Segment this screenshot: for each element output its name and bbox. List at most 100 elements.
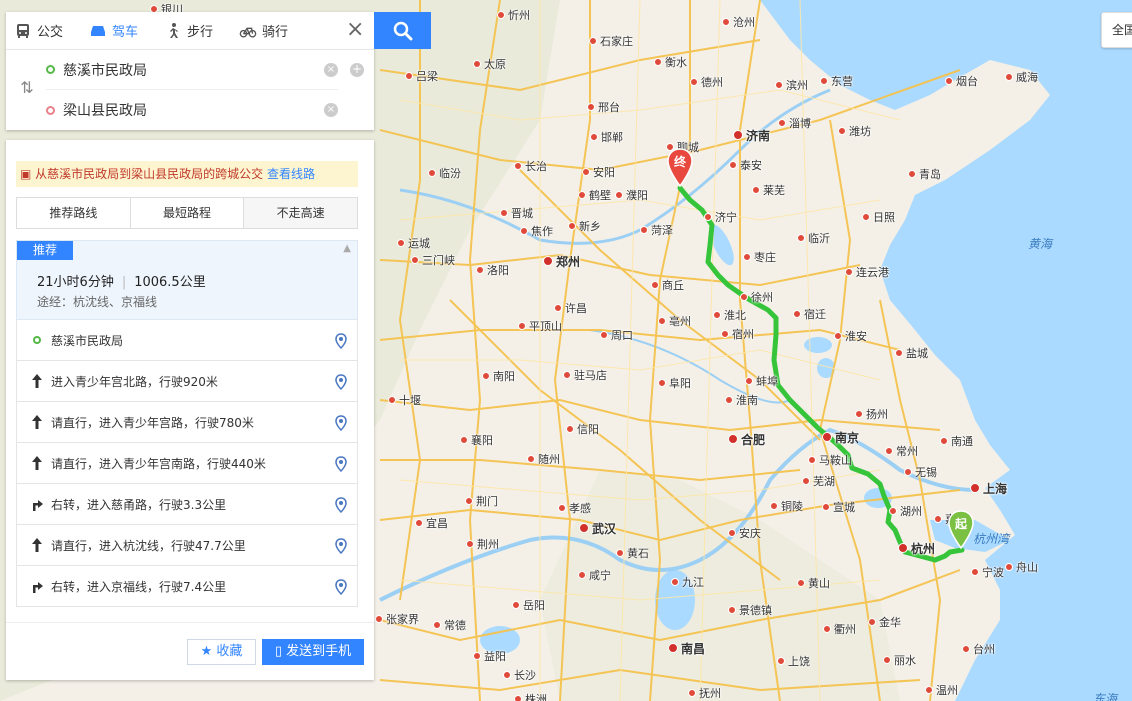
locate-pin-icon[interactable] (335, 456, 347, 475)
swap-icon[interactable]: ⇅ (16, 78, 38, 100)
step-item[interactable]: 慈溪市民政局 (16, 320, 358, 361)
city-label: 襄阳 (460, 435, 493, 447)
locate-pin-icon[interactable] (335, 538, 347, 557)
city-label: 温州 (925, 685, 958, 697)
favorite-button[interactable]: ★ 收藏 (187, 639, 256, 665)
car-icon (89, 22, 107, 40)
option-recommended[interactable]: 推荐路线 (17, 198, 131, 228)
sea-label: 黄海 (1028, 237, 1053, 251)
city-label: 长沙 (503, 670, 536, 682)
option-shortest[interactable]: 最短路程 (131, 198, 245, 228)
city-label: 亳州 (658, 316, 691, 328)
end-marker[interactable]: 终 (667, 148, 693, 188)
city-label: 宿州 (721, 329, 754, 341)
city-label: 临汾 (428, 168, 461, 180)
city-label: 许昌 (554, 303, 587, 315)
tab-walk[interactable]: 步行 (164, 12, 213, 50)
city-label: 邢台 (587, 102, 620, 114)
city-label: 益阳 (473, 651, 506, 663)
start-field[interactable]: 慈溪市民政局 × + (46, 50, 364, 90)
city-label: 蚌埠 (745, 376, 778, 388)
city-label: 济南 (733, 130, 770, 142)
city-label: 丽水 (883, 655, 916, 667)
city-label: 枣庄 (743, 252, 776, 264)
close-icon[interactable]: × (346, 19, 364, 41)
city-label: 晋城 (500, 208, 533, 220)
intercity-bus-notice: ▣ 从慈溪市民政局到梁山县民政局的跨城公交 查看线路 (16, 161, 358, 187)
city-label: 三门峡 (411, 255, 455, 267)
city-label: 荆门 (465, 496, 498, 508)
distance: 1006.5公里 (134, 275, 206, 290)
clear-icon[interactable]: × (324, 62, 338, 77)
tab-bike[interactable]: 骑行 (239, 12, 288, 50)
bus-icon: ▣ (20, 167, 32, 181)
city-label: 淮南 (725, 395, 758, 407)
city-label: 孝感 (558, 503, 591, 515)
tab-drive[interactable]: 驾车 (89, 12, 138, 50)
city-label: 常德 (433, 620, 466, 632)
city-label: 焦作 (520, 226, 553, 238)
send-to-phone-button[interactable]: ▯ 发送到手机 (262, 639, 364, 665)
city-label: 杭州 (898, 543, 935, 555)
city-label: 随州 (527, 454, 560, 466)
city-label: 新乡 (568, 221, 601, 233)
city-label: 安阳 (582, 167, 615, 179)
city-label: 铜陵 (770, 501, 803, 513)
end-field[interactable]: 梁山县民政局 × (46, 90, 338, 130)
city-label: 芜湖 (802, 476, 835, 488)
city-label: 上海 (970, 483, 1007, 495)
option-no-highway[interactable]: 不走高速 (244, 198, 358, 228)
search-button[interactable] (374, 12, 431, 49)
city-label: 平顶山 (518, 321, 562, 333)
city-label: 泰安 (729, 160, 762, 172)
city-label: 衡水 (654, 57, 687, 69)
straight-arrow-icon (29, 374, 45, 388)
recommended-badge: 推荐 (17, 241, 73, 260)
clear-icon[interactable]: × (324, 103, 338, 117)
start-marker[interactable]: 起 (948, 510, 974, 550)
route-summary[interactable]: 推荐 ▲ 21小时6分钟 | 1006.5公里 途经：杭沈线、京福线 (16, 240, 358, 320)
city-label: 常州 (885, 446, 918, 458)
step-text: 请直行，进入青少年宫南路，行驶440米 (51, 456, 266, 471)
city-label: 淮安 (834, 331, 867, 343)
route-options: 推荐路线 最短路程 不走高速 (16, 197, 358, 229)
tab-bike-label: 骑行 (262, 25, 289, 40)
locate-pin-icon[interactable] (335, 374, 347, 393)
bay-label: 杭州湾 (973, 532, 1010, 546)
city-label: 长治 (514, 161, 547, 173)
city-label: 东营 (820, 76, 853, 88)
tab-bus-label: 公交 (37, 25, 64, 40)
locate-pin-icon[interactable] (335, 579, 347, 598)
city-label: 太原 (473, 59, 506, 71)
city-label: 滨州 (775, 80, 808, 92)
city-label: 吕梁 (405, 71, 438, 83)
turn-right-icon (29, 497, 45, 511)
locate-pin-icon[interactable] (335, 333, 347, 352)
step-text: 请直行，进入青少年宫路，行驶780米 (51, 415, 254, 430)
add-waypoint-icon[interactable]: + (350, 62, 364, 77)
city-label: 郑州 (543, 256, 580, 268)
city-label: 宁波 (971, 567, 1004, 579)
locate-pin-icon[interactable] (335, 497, 347, 516)
phone-icon: ▯ (274, 644, 282, 659)
step-item[interactable]: 右转，进入京福线，行驶7.4公里 (16, 566, 358, 607)
tab-bus[interactable]: 公交 (14, 12, 63, 50)
step-item[interactable]: 请直行，进入青少年宫南路，行驶440米 (16, 443, 358, 484)
step-item[interactable]: 进入青少年宫北路，行驶920米 (16, 361, 358, 402)
step-text: 慈溪市民政局 (51, 333, 124, 348)
start-dot-icon (29, 336, 45, 344)
city-label: 运城 (397, 238, 430, 250)
search-icon (393, 21, 412, 40)
straight-arrow-icon (29, 415, 45, 429)
collapse-icon[interactable]: ▲ (343, 243, 351, 254)
step-item[interactable]: 请直行，进入青少年宫路，行驶780米 (16, 402, 358, 443)
step-item[interactable]: 右转，进入慈甬路，行驶3.3公里 (16, 484, 358, 525)
city-label: 无锡 (904, 467, 937, 479)
step-item[interactable]: 请直行，进入杭沈线，行驶47.7公里 (16, 525, 358, 566)
city-label: 南京 (822, 432, 859, 444)
bus-icon (14, 22, 32, 40)
fullmap-button[interactable]: 全国 (1101, 12, 1132, 48)
view-route-link[interactable]: 查看线路 (267, 167, 315, 181)
route-steps: 慈溪市民政局 进入青少年宫北路，行驶920米 请直行，进入青少年宫路，行驶780… (16, 320, 358, 607)
locate-pin-icon[interactable] (335, 415, 347, 434)
